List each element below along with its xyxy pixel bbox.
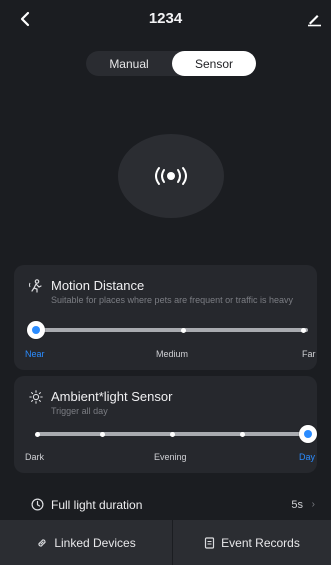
motion-sensor-icon xyxy=(155,167,187,185)
event-records-label: Event Records xyxy=(221,535,300,550)
motion-distance-thumb[interactable] xyxy=(27,321,45,339)
label-near: Near xyxy=(25,349,45,359)
motion-distance-slider[interactable] xyxy=(27,321,308,339)
slider-stop[interactable] xyxy=(100,431,105,437)
sun-icon xyxy=(28,389,44,405)
ambient-light-card: Ambient*light Sensor Trigger all day Dar… xyxy=(14,376,317,473)
slider-stop[interactable] xyxy=(240,431,245,437)
thumb-center xyxy=(304,430,312,438)
ambient-light-slider[interactable] xyxy=(35,425,317,443)
tab-sensor[interactable]: Sensor xyxy=(172,51,256,76)
page-title: 1234 xyxy=(148,10,183,27)
mode-switch: Manual Sensor xyxy=(86,51,256,76)
motion-distance-card: Motion Distance Suitable for places wher… xyxy=(14,265,317,370)
header: 1234 xyxy=(0,0,331,40)
thumb-center xyxy=(32,326,40,334)
slider-stop[interactable] xyxy=(181,327,186,333)
document-icon xyxy=(205,536,215,549)
linked-devices-button[interactable]: Linked Devices xyxy=(0,520,172,565)
slider-stop[interactable] xyxy=(35,431,40,437)
linked-devices-label: Linked Devices xyxy=(54,535,136,550)
link-icon xyxy=(38,538,46,547)
full-light-duration-label: Full light duration xyxy=(51,498,143,512)
full-light-duration-row[interactable]: Full light duration 5s › xyxy=(14,492,317,518)
motion-distance-subtitle: Suitable for places where pets are frequ… xyxy=(51,295,293,305)
slider-stop[interactable] xyxy=(170,431,175,437)
sensor-indicator[interactable] xyxy=(118,134,224,218)
label-day: Day xyxy=(299,452,316,462)
ambient-light-thumb[interactable] xyxy=(299,425,317,443)
label-far: Far xyxy=(302,349,316,359)
tab-manual[interactable]: Manual xyxy=(86,51,172,76)
label-dark: Dark xyxy=(25,452,45,462)
pencil-icon xyxy=(308,15,321,27)
full-light-duration-value: 5s xyxy=(291,499,303,511)
slider-stop[interactable] xyxy=(301,327,306,333)
edit-button[interactable] xyxy=(303,8,325,30)
motion-person-icon xyxy=(28,278,44,294)
event-records-button[interactable]: Event Records xyxy=(173,520,331,565)
clock-icon xyxy=(30,497,44,511)
ambient-light-subtitle: Trigger all day xyxy=(51,406,108,416)
label-evening: Evening xyxy=(154,452,187,462)
label-medium: Medium xyxy=(156,349,189,359)
ambient-light-title: Ambient*light Sensor xyxy=(51,389,173,404)
motion-distance-title: Motion Distance xyxy=(51,278,145,293)
chevron-right-icon: › xyxy=(311,499,315,510)
